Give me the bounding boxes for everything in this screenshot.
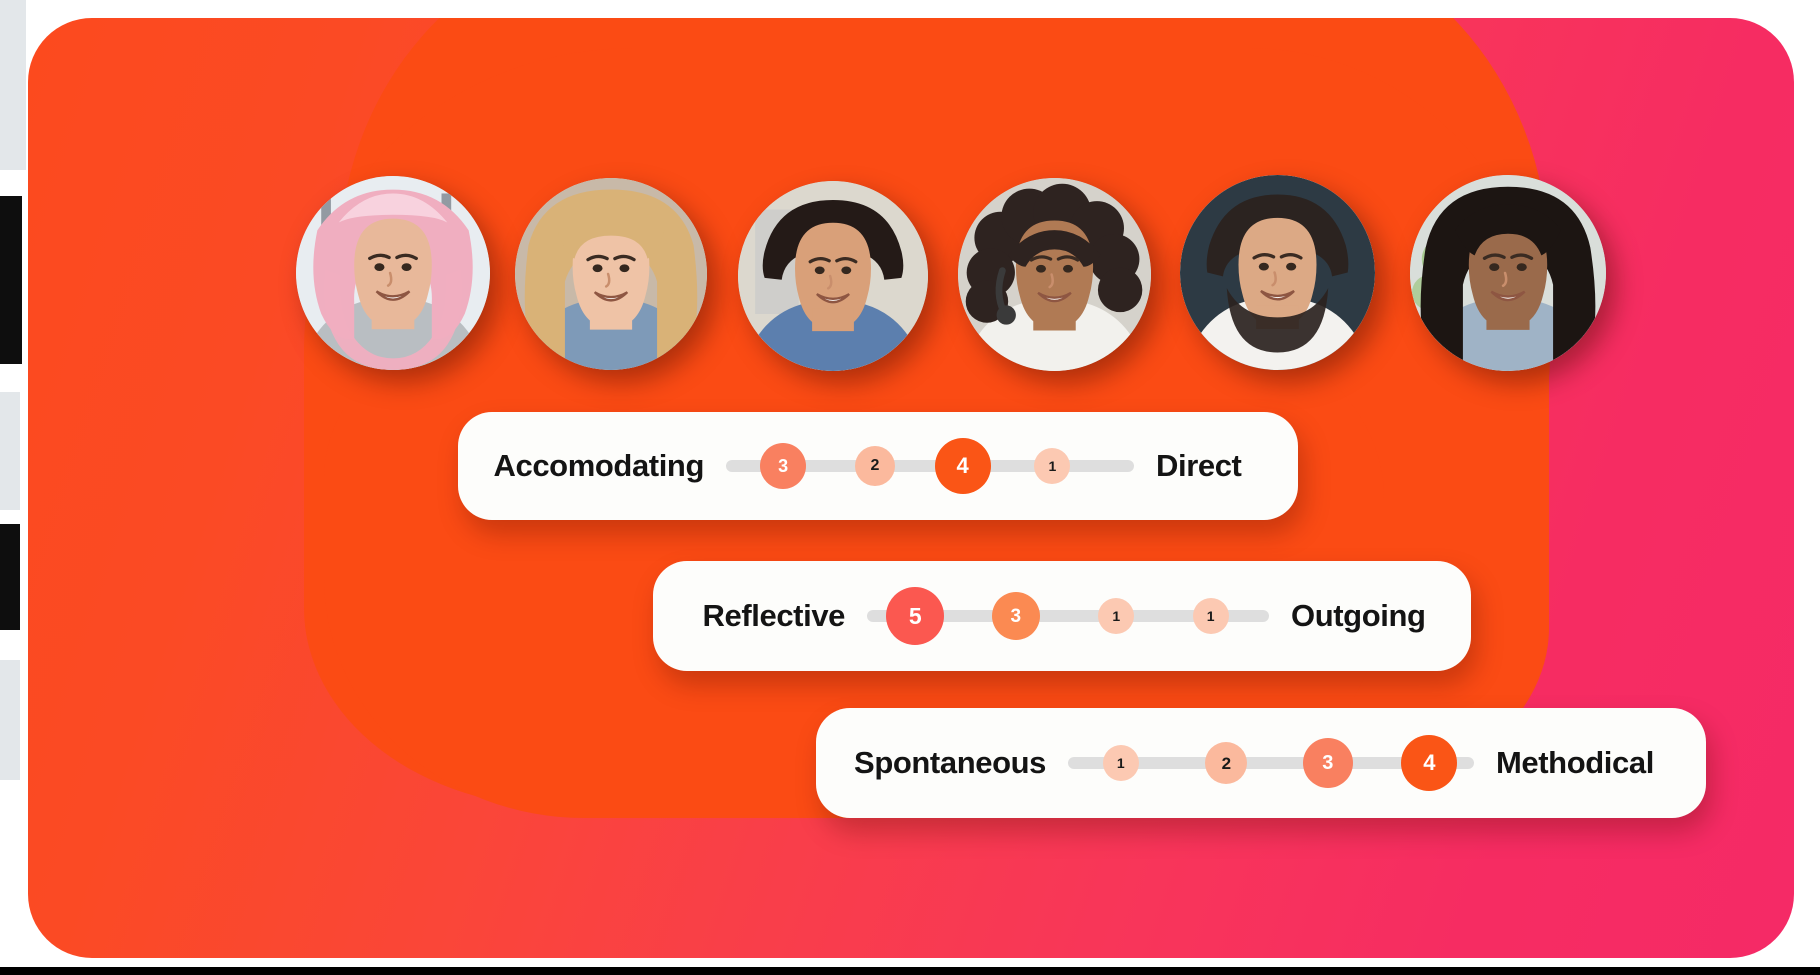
scale-dots: 53 1 1 (867, 581, 1269, 651)
left-edge-panel-hint-5 (0, 660, 20, 780)
trait-left-label: Reflective (702, 598, 846, 633)
left-edge-panel-hint-4 (0, 524, 20, 630)
scale-dot[interactable]: 1 (1098, 598, 1135, 634)
avatar-photo (1180, 175, 1375, 370)
trait-spontaneous-methodical[interactable]: Spontaneous 1 2 3 4 Methodical (816, 708, 1706, 818)
trait-accomodating-direct[interactable]: Accomodating 3 2 4 1 Direct (458, 412, 1298, 520)
avatar-photo (515, 178, 707, 370)
scale-dot[interactable]: 1 (1034, 448, 1071, 484)
scale-dot[interactable]: 1 (1192, 598, 1229, 634)
avatar-2[interactable] (515, 178, 707, 370)
trait-right-label: Direct (1156, 448, 1242, 483)
avatar-4[interactable] (958, 178, 1151, 371)
scale-dots: 1 2 34 (1068, 728, 1474, 798)
avatar-photo (296, 176, 490, 370)
scale-dot[interactable]: 1 (1102, 745, 1139, 781)
scale-dot[interactable]: 3 (1302, 738, 1353, 788)
scale-dot[interactable]: 2 (1205, 742, 1248, 784)
trait-scale[interactable]: 53 1 1 (867, 581, 1269, 651)
trait-left-label: Accomodating (493, 448, 705, 483)
screenshot-stage: Accomodating 3 2 4 1 Direct Reflective 5 3 1 1 Outg… (0, 0, 1820, 975)
avatar-6[interactable] (1410, 175, 1606, 371)
scale-dot[interactable]: 4 (934, 438, 991, 494)
trait-left-label: Spontaneous (854, 745, 1046, 780)
personality-board: Accomodating 3 2 4 1 Direct Reflective 5 3 1 1 Outg… (28, 18, 1794, 958)
trait-right-label: Outgoing (1291, 598, 1426, 633)
scale-dot[interactable]: 5 (886, 587, 945, 645)
trait-right-label: Methodical (1496, 745, 1654, 780)
avatar-1[interactable] (296, 176, 490, 370)
scale-dot[interactable]: 2 (854, 446, 895, 486)
scale-dot[interactable]: 4 (1401, 735, 1458, 791)
avatar-photo (1410, 175, 1606, 371)
avatar-5[interactable] (1180, 175, 1375, 370)
bottom-edge-strip (0, 967, 1820, 975)
avatar-photo (958, 178, 1151, 371)
trait-scale[interactable]: 3 24 1 (726, 431, 1134, 501)
left-edge-panel-hint-1 (0, 0, 26, 170)
trait-scale[interactable]: 1 2 34 (1068, 728, 1474, 798)
scale-dot[interactable]: 3 (760, 443, 807, 489)
avatar-photo (738, 181, 928, 371)
avatar-3[interactable] (738, 181, 928, 371)
left-edge-panel-hint-3 (0, 392, 20, 510)
scale-dots: 3 24 1 (726, 431, 1134, 501)
left-edge-panel-hint-2 (0, 196, 22, 364)
trait-reflective-outgoing[interactable]: Reflective 5 3 1 1 Outgoing (653, 561, 1471, 671)
scale-dot[interactable]: 3 (991, 592, 1040, 640)
